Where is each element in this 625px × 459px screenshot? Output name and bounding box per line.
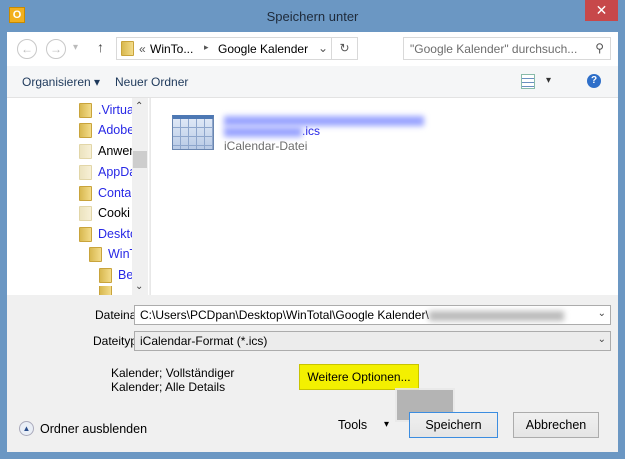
search-icon: ⚲ bbox=[595, 41, 604, 55]
title-bar: O Speichern unter ✕ bbox=[0, 0, 625, 32]
tree-item[interactable]: Anwen bbox=[79, 142, 136, 160]
tree-item[interactable]: Deskto bbox=[79, 225, 137, 243]
new-folder-button[interactable]: Neuer Ordner bbox=[115, 75, 188, 89]
folder-icon bbox=[79, 164, 92, 180]
help-icon[interactable]: ? bbox=[587, 74, 601, 88]
toolbar: Organisieren ▾ Neuer Ordner ▾ ? bbox=[7, 66, 618, 98]
up-button[interactable]: ↑ bbox=[97, 39, 104, 55]
hide-folders-button[interactable]: Ordner ausblenden bbox=[40, 422, 147, 436]
tree-item[interactable]: AppDa bbox=[79, 163, 136, 181]
tools-dropdown-arrow[interactable]: ▾ bbox=[384, 419, 389, 430]
tree-item[interactable]: Adobe bbox=[79, 121, 134, 139]
folder-icon bbox=[79, 205, 92, 221]
tree-item[interactable]: WinT bbox=[89, 245, 137, 263]
desktop-folder-icon bbox=[79, 226, 92, 242]
tree-item[interactable]: Conta bbox=[79, 184, 131, 202]
folder-icon bbox=[79, 143, 92, 159]
file-list: .ics iCalendar-Datei bbox=[150, 98, 618, 295]
contacts-folder-icon bbox=[79, 185, 92, 201]
filetype-select[interactable]: iCalendar-Format (*.ics) ⌄ bbox=[134, 331, 611, 351]
navigation-bar: ← → ▾ ↑ « WinTo... ▸ Google Kalender ⌄ ↻… bbox=[7, 32, 618, 66]
tree-scrollbar[interactable]: ⌃ ⌄ bbox=[132, 98, 148, 295]
more-options-button[interactable]: Weitere Optionen... bbox=[299, 364, 419, 390]
tree-item[interactable] bbox=[99, 286, 118, 295]
format-description: Kalender; Vollständiger Kalender; Alle D… bbox=[111, 366, 235, 394]
address-bar[interactable]: « WinTo... ▸ Google Kalender ⌄ bbox=[116, 37, 332, 60]
folder-tree: .Virtua Adobe Anwen AppDa Conta Cooki De… bbox=[7, 98, 149, 295]
collapse-icon[interactable]: ▲ bbox=[19, 421, 34, 436]
folder-icon bbox=[99, 267, 112, 283]
save-button[interactable]: Speichern bbox=[409, 412, 498, 438]
breadcrumb-overflow[interactable]: « bbox=[139, 42, 146, 56]
file-item[interactable]: .ics iCalendar-Datei bbox=[166, 111, 426, 156]
folder-icon bbox=[89, 246, 102, 262]
window-title: Speichern unter bbox=[266, 9, 359, 24]
close-button[interactable]: ✕ bbox=[585, 0, 618, 21]
folder-icon bbox=[79, 122, 92, 138]
refresh-button[interactable]: ↻ bbox=[332, 37, 358, 60]
recent-locations-button[interactable]: ▾ bbox=[73, 42, 78, 53]
breadcrumb-separator[interactable]: ▸ bbox=[204, 42, 209, 53]
breadcrumb-google-kalender[interactable]: Google Kalender bbox=[218, 42, 308, 56]
forward-button[interactable]: → bbox=[46, 39, 66, 59]
scrollbar-thumb[interactable] bbox=[133, 151, 147, 168]
organize-menu[interactable]: Organisieren ▾ bbox=[22, 75, 100, 89]
search-placeholder: "Google Kalender" durchsuch... bbox=[410, 42, 578, 56]
folder-icon bbox=[79, 102, 92, 118]
scroll-up-arrow[interactable]: ⌃ bbox=[135, 101, 143, 112]
search-input[interactable]: "Google Kalender" durchsuch... ⚲ bbox=[403, 37, 611, 60]
view-options-icon[interactable] bbox=[521, 74, 535, 89]
chevron-down-icon[interactable]: ⌄ bbox=[598, 334, 606, 345]
back-button[interactable]: ← bbox=[17, 39, 37, 59]
tree-item[interactable]: .Virtua bbox=[79, 101, 134, 119]
filename-input[interactable]: C:\Users\PCDpan\Desktop\WinTotal\Google … bbox=[134, 305, 611, 325]
cancel-button[interactable]: Abbrechen bbox=[513, 412, 599, 438]
tools-menu[interactable]: Tools bbox=[338, 418, 367, 432]
view-options-dropdown[interactable]: ▾ bbox=[546, 75, 551, 86]
file-type: iCalendar-Datei bbox=[224, 139, 308, 153]
chevron-down-icon[interactable]: ⌄ bbox=[598, 308, 606, 319]
dialog-body: ← → ▾ ↑ « WinTo... ▸ Google Kalender ⌄ ↻… bbox=[7, 32, 618, 452]
calendar-file-icon bbox=[172, 115, 214, 150]
tree-item[interactable]: Be bbox=[99, 266, 133, 284]
folder-icon bbox=[99, 286, 112, 295]
scroll-down-arrow[interactable]: ⌄ bbox=[135, 281, 143, 292]
breadcrumb-wintotal[interactable]: WinTo... bbox=[150, 42, 193, 56]
address-dropdown[interactable]: ⌄ bbox=[318, 41, 328, 55]
folder-icon bbox=[121, 41, 134, 56]
file-name-second-line: .ics bbox=[224, 124, 320, 138]
tree-item[interactable]: Cooki bbox=[79, 204, 130, 222]
